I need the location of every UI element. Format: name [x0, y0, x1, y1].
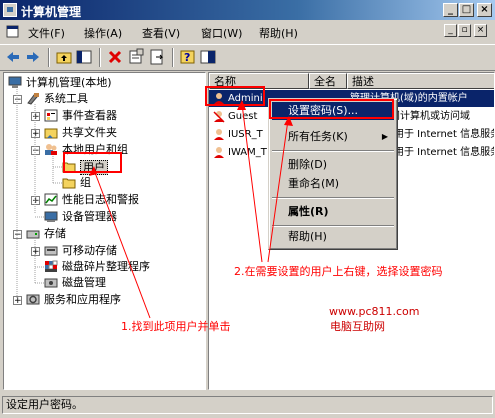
menu-item-properties[interactable]: 属性(R)	[272, 203, 394, 221]
watermark-name: 电脑互助网	[330, 320, 385, 333]
tree-label: 事件查看器	[62, 109, 117, 122]
minimize-button[interactable]: _	[443, 3, 458, 17]
menu-item-rename[interactable]: 重命名(M)	[272, 175, 394, 193]
collapse-icon[interactable]: −	[13, 230, 22, 240]
tree-label: 磁盘管理	[62, 276, 106, 289]
status-text: 设定用户密码。	[6, 398, 83, 411]
menu-view[interactable]: 查看(V)	[142, 25, 180, 41]
menu-item-all-tasks-label: 所有任务(K)	[288, 130, 348, 143]
show-hide-tree-icon[interactable]	[75, 48, 93, 66]
cell-name: IWAM_T	[228, 147, 267, 158]
expand-icon[interactable]: +	[31, 247, 40, 257]
watermark-url: www.pc811.com	[329, 305, 420, 318]
export-list-icon[interactable]	[148, 48, 166, 66]
tree-root-label: 计算机管理(本地)	[26, 76, 112, 89]
up-folder-icon[interactable]	[55, 48, 73, 66]
console-tree: 计算机管理(本地) − 系统工具 + 事件查看器 + 共享文件夹 − 本地用户和…	[3, 72, 206, 390]
tree-label: 设备管理器	[62, 210, 117, 223]
window-title: 计算机管理	[21, 5, 82, 19]
help-icon[interactable]: ?	[179, 48, 197, 66]
tree-label: 服务和应用程序	[44, 293, 121, 306]
tree-label: 可移动存储	[62, 244, 117, 257]
annotation-step2: 2.在需要设置的用户上右键，选择设置密码	[234, 265, 443, 278]
action-pane-icon[interactable]	[199, 48, 217, 66]
cell-name: Guest	[228, 111, 258, 122]
status-bar: 设定用户密码。	[2, 396, 493, 414]
column-header-fullname[interactable]: 全名	[309, 73, 347, 89]
mdi-minimize-button[interactable]: _	[444, 24, 457, 37]
expand-icon[interactable]: +	[31, 196, 40, 206]
tree-label: 共享文件夹	[62, 126, 117, 139]
toolbar: ?	[0, 44, 495, 71]
expand-icon[interactable]: +	[13, 296, 22, 306]
highlight-set-password	[269, 99, 394, 119]
menu-bar: 文件(F) 操作(A) 查看(V) 窗口(W) 帮助(H)	[0, 21, 495, 42]
menu-action[interactable]: 操作(A)	[84, 25, 122, 41]
back-arrow-icon[interactable]	[4, 48, 22, 66]
annotation-step1: 1.找到此项用户并单击	[121, 320, 231, 333]
submenu-arrow-icon: ▶	[381, 132, 388, 141]
cell-description: 用于 Internet 信息服务	[394, 147, 495, 158]
cell-name: IUSR_T	[228, 129, 263, 140]
menu-help[interactable]: 帮助(H)	[259, 25, 298, 41]
maximize-button[interactable]: □	[459, 3, 474, 17]
tree-label: 系统工具	[44, 92, 88, 105]
cell-description: 用于 Internet 信息服务	[394, 129, 495, 140]
mdi-close-button[interactable]: ×	[474, 24, 487, 37]
expand-icon[interactable]: +	[31, 112, 40, 122]
properties-icon[interactable]	[127, 48, 145, 66]
forward-arrow-icon[interactable]	[24, 48, 42, 66]
mdi-restore-button[interactable]: ▫	[458, 24, 471, 37]
highlight-admin	[205, 86, 265, 106]
collapse-icon[interactable]: −	[31, 146, 40, 156]
expand-icon[interactable]: +	[31, 129, 40, 139]
document-icon	[5, 25, 21, 38]
computer-management-icon	[3, 3, 17, 17]
menu-window[interactable]: 窗口(W)	[201, 25, 242, 41]
delete-icon[interactable]	[106, 48, 124, 66]
title-bar: 计算机管理 _ □ ×	[0, 0, 495, 20]
menu-item-help[interactable]: 帮助(H)	[272, 228, 394, 246]
column-header-description[interactable]: 描述	[347, 73, 494, 89]
close-button[interactable]: ×	[477, 3, 492, 17]
svg-text:?: ?	[184, 51, 190, 64]
highlight-users	[63, 152, 122, 173]
tree-label: 组	[80, 176, 91, 189]
tree-label: 磁盘碎片整理程序	[62, 260, 150, 273]
tree-label: 存储	[44, 227, 66, 240]
menu-item-delete[interactable]: 删除(D)	[272, 156, 394, 174]
menu-file[interactable]: 文件(F)	[28, 25, 65, 41]
tree-label: 性能日志和警报	[62, 193, 139, 206]
context-menu: 设置密码(S)... 所有任务(K) ▶ 删除(D) 重命名(M) 属性(R) …	[268, 98, 398, 250]
menu-item-all-tasks[interactable]: 所有任务(K) ▶	[272, 128, 394, 146]
collapse-icon[interactable]: −	[13, 95, 22, 105]
